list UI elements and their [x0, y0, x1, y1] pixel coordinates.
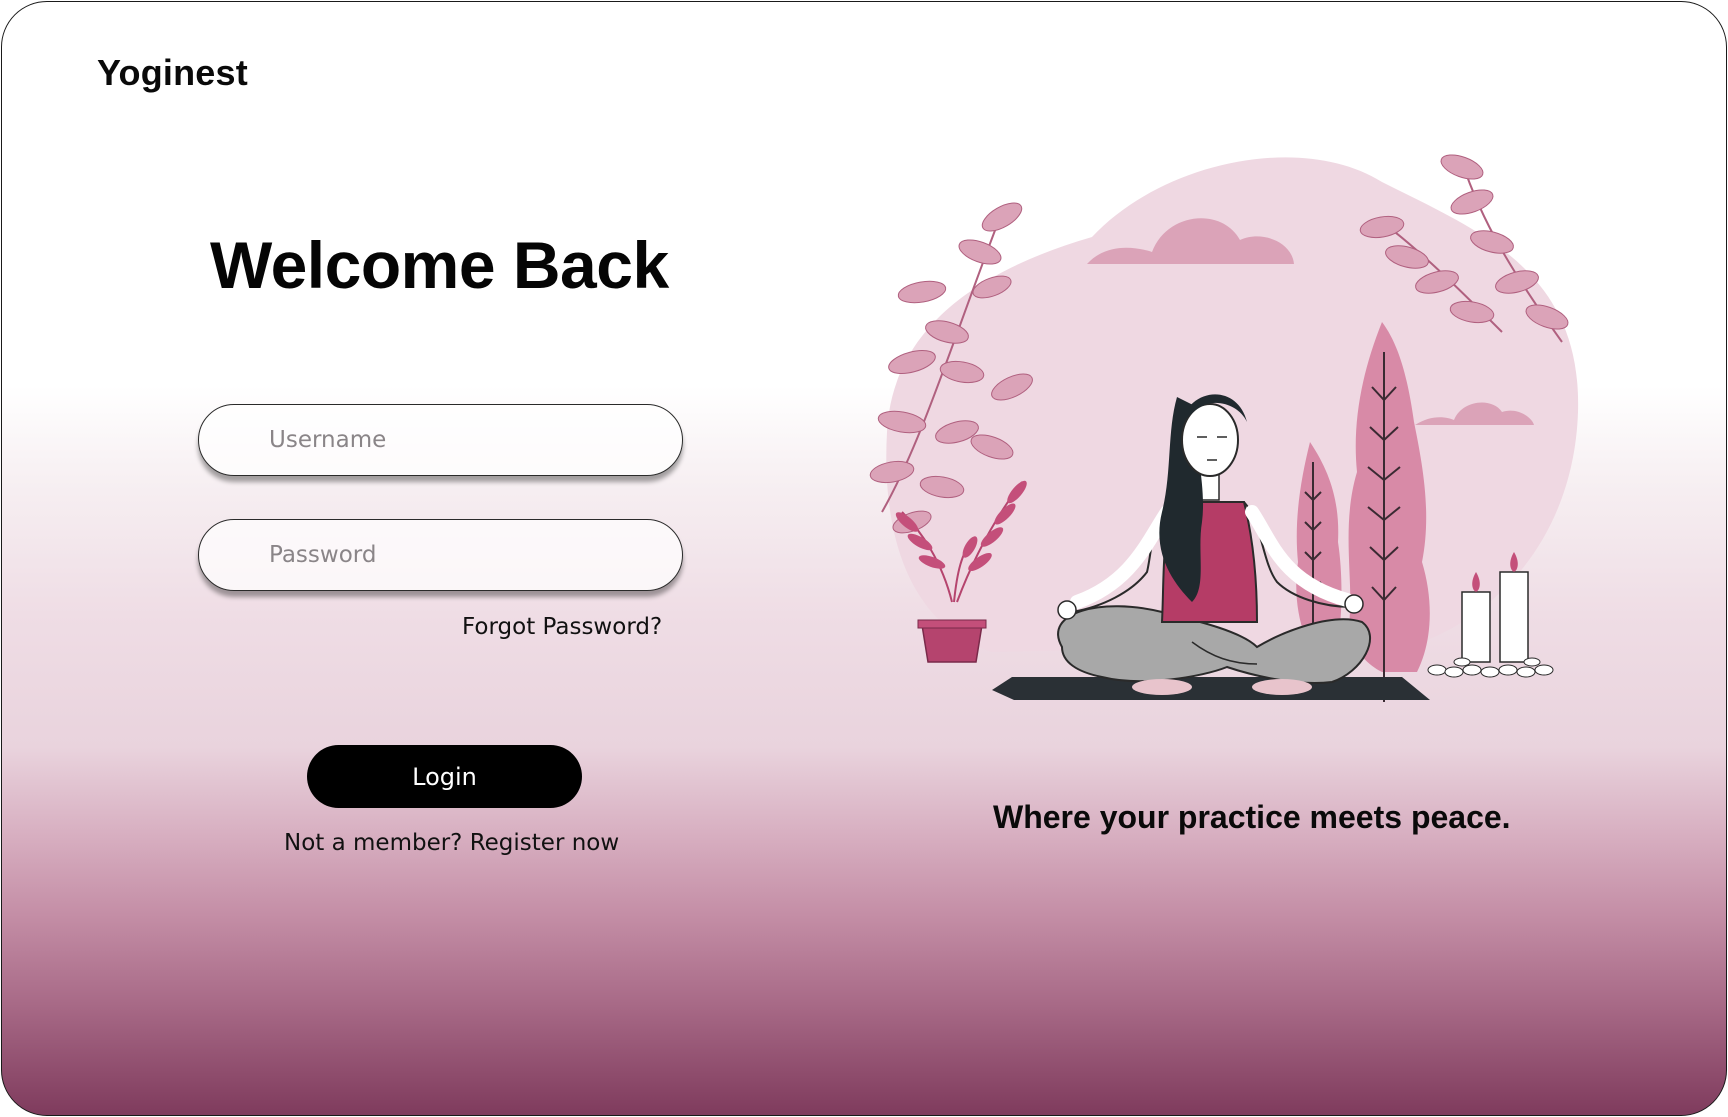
- register-prompt: Not a member? Register now: [284, 830, 619, 856]
- password-field-container: [198, 519, 683, 591]
- page-title: Welcome Back: [210, 228, 669, 302]
- login-button[interactable]: Login: [307, 745, 582, 808]
- yoga-mat: [992, 677, 1430, 700]
- hero-tagline: Where your practice meets peace.: [993, 799, 1511, 835]
- register-link[interactable]: Register now: [470, 830, 619, 856]
- password-input[interactable]: [199, 520, 682, 590]
- login-page: Yoginest Welcome Back Forgot Password? L…: [1, 1, 1727, 1116]
- woman-meditating-illustration: [869, 154, 1579, 702]
- username-input[interactable]: [199, 405, 682, 475]
- register-prompt-text: Not a member?: [284, 830, 463, 856]
- username-field-container: [198, 404, 683, 476]
- brand-logo[interactable]: Yoginest: [97, 52, 248, 94]
- forgot-password-link[interactable]: Forgot Password?: [462, 614, 662, 640]
